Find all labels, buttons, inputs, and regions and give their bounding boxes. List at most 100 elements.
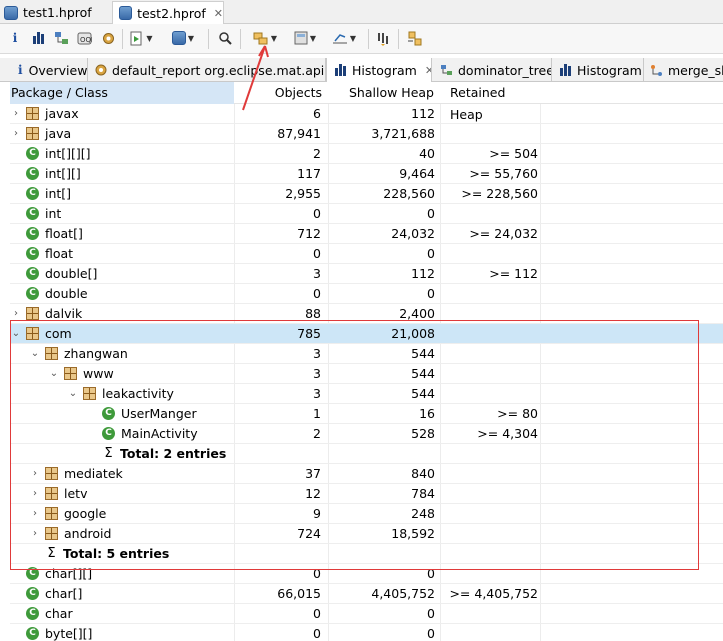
table-row[interactable]: › android 724 18,592 [10, 524, 723, 544]
tab-default-report[interactable]: default_report org.eclipse.mat.api... [88, 58, 326, 82]
chevron-right-icon[interactable]: › [29, 524, 41, 543]
table-row[interactable]: › google 9 248 [10, 504, 723, 524]
sum-icon: Σ [47, 546, 56, 561]
class-icon: C [26, 247, 39, 260]
pin-icon[interactable] [374, 29, 392, 47]
info-icon: i [18, 63, 23, 77]
retained-heap-cell [440, 304, 540, 323]
table-row[interactable]: Cchar 0 0 [10, 604, 723, 624]
editor-tab-test1[interactable]: test1.hprof [4, 1, 106, 24]
chevron-right-icon[interactable]: › [10, 124, 22, 143]
table-row[interactable]: ⌄ com 785 21,008 [10, 324, 723, 344]
histogram-icon[interactable] [30, 29, 46, 47]
table-row[interactable]: Cchar[] 66,015 4,405,752 >= 4,405,752 [10, 584, 723, 604]
table-row[interactable]: › dalvik 88 2,400 [10, 304, 723, 324]
shallow-heap-cell: 0 [427, 286, 435, 301]
package-icon [45, 487, 58, 500]
table-row[interactable]: Cint 0 0 [10, 204, 723, 224]
table-row[interactable]: Cbyte[][] 0 0 [10, 624, 723, 641]
objects-cell: 785 [297, 326, 321, 341]
search-icon[interactable] [216, 29, 234, 47]
chevron-right-icon[interactable]: › [10, 304, 22, 323]
retained-heap-cell: >= 4,405,752 [449, 586, 538, 601]
tab-overview[interactable]: i Overview [8, 58, 88, 82]
row-label: android [64, 526, 112, 541]
chevron-down-icon[interactable]: ⌄ [10, 324, 22, 343]
objects-cell: 3 [313, 346, 321, 361]
editor-tab-test2[interactable]: test2.hprof ✕ [112, 1, 224, 24]
gear-icon[interactable] [100, 29, 116, 47]
tab-merge-shortest-paths[interactable]: merge_shortest_paths [644, 58, 723, 82]
table-row[interactable]: Cint[][][] 2 40 >= 504 [10, 144, 723, 164]
retained-heap-cell [440, 464, 540, 483]
table-row[interactable]: Cfloat[] 712 24,032 >= 24,032 [10, 224, 723, 244]
table-row[interactable]: Cdouble[] 3 112 >= 112 [10, 264, 723, 284]
table-row[interactable]: Cchar[][] 0 0 [10, 564, 723, 584]
table-row[interactable]: › javax 6 112 [10, 104, 723, 124]
objects-cell: 724 [297, 526, 321, 541]
retained-heap-cell [440, 544, 540, 563]
objects-cell: 3 [313, 386, 321, 401]
export-button[interactable]: ▼ [326, 29, 362, 47]
table-row[interactable]: Σ Total: 2 entries [10, 444, 723, 464]
shallow-heap-cell: 228,560 [383, 186, 435, 201]
table-row[interactable]: Cint[][] 117 9,464 >= 55,760 [10, 164, 723, 184]
chevron-right-icon[interactable]: › [29, 484, 41, 503]
column-header-shallow-heap[interactable]: Shallow Heap [328, 82, 440, 104]
chevron-down-icon[interactable]: ⌄ [29, 344, 41, 363]
tab-histogram[interactable]: Histogram ✕ [326, 58, 432, 82]
table-row[interactable]: C UserManger 1 16 >= 80 [10, 404, 723, 424]
close-icon[interactable]: ✕ [425, 64, 431, 77]
table-row[interactable]: › java 87,941 3,721,688 [10, 124, 723, 144]
row-name-cell: Cbyte[][] [10, 624, 234, 641]
retained-heap-cell [440, 344, 540, 363]
chevron-down-icon[interactable]: ⌄ [48, 364, 60, 383]
info-icon[interactable]: i [8, 29, 22, 47]
table-row[interactable]: Cfloat 0 0 [10, 244, 723, 264]
chevron-right-icon[interactable]: › [29, 504, 41, 523]
query-browser-button[interactable]: ▼ [170, 29, 196, 47]
table-row[interactable]: C MainActivity 2 528 >= 4,304 [10, 424, 723, 444]
close-icon[interactable]: ✕ [214, 7, 223, 20]
row-name-cell: ⌄ zhangwan [10, 344, 234, 363]
table-row[interactable]: ⌄ leakactivity 3 544 [10, 384, 723, 404]
row-name-cell: › android [10, 524, 234, 543]
package-icon [45, 507, 58, 520]
objects-cell: 117 [297, 166, 321, 181]
tab-label: Histogram [352, 62, 417, 78]
column-header-name[interactable]: Package / Class [10, 82, 234, 104]
row-label: mediatek [64, 466, 123, 481]
chevron-down-icon[interactable]: ⌄ [67, 384, 79, 403]
calculator-button[interactable]: ▼ [290, 29, 320, 47]
row-label: java [45, 126, 72, 141]
chevron-right-icon[interactable]: › [10, 104, 22, 123]
row-name-cell: Cchar[][] [10, 564, 234, 583]
table-row[interactable]: › letv 12 784 [10, 484, 723, 504]
column-header-retained-heap[interactable]: Retained Heap [440, 82, 540, 122]
table-row[interactable]: ⌄ zhangwan 3 544 [10, 344, 723, 364]
objects-cell: 0 [313, 246, 321, 261]
retained-heap-cell [440, 564, 540, 583]
table-row[interactable]: Σ Total: 5 entries [10, 544, 723, 564]
row-label: double[] [45, 266, 98, 281]
objects-cell: 37 [305, 466, 321, 481]
table-row[interactable]: › mediatek 37 840 [10, 464, 723, 484]
objects-cell [234, 544, 328, 563]
run-report-button[interactable]: ▼ [128, 29, 154, 47]
row-name-cell: Cfloat [10, 244, 234, 263]
chevron-right-icon[interactable]: › [29, 464, 41, 483]
column-header-objects[interactable]: Objects [234, 82, 328, 104]
dominator-tree-icon[interactable] [53, 29, 69, 47]
compare-icon[interactable] [406, 29, 424, 47]
shallow-heap-cell [328, 544, 440, 563]
class-icon: C [26, 287, 39, 300]
table-row[interactable]: ⌄ www 3 544 [10, 364, 723, 384]
oql-icon[interactable]: OQL [76, 29, 92, 47]
retained-heap-cell [440, 364, 540, 383]
table-row[interactable]: Cint[] 2,955 228,560 >= 228,560 [10, 184, 723, 204]
group-by-button[interactable]: ▼ [248, 29, 282, 47]
tab-histogram-2[interactable]: Histogram [552, 58, 644, 82]
tab-dominator-tree[interactable]: dominator_tree [432, 58, 552, 82]
table-row[interactable]: Cdouble 0 0 [10, 284, 723, 304]
table-body: › javax 6 112 › java 87,941 3,721,688 Cint[][][]… [10, 104, 723, 641]
